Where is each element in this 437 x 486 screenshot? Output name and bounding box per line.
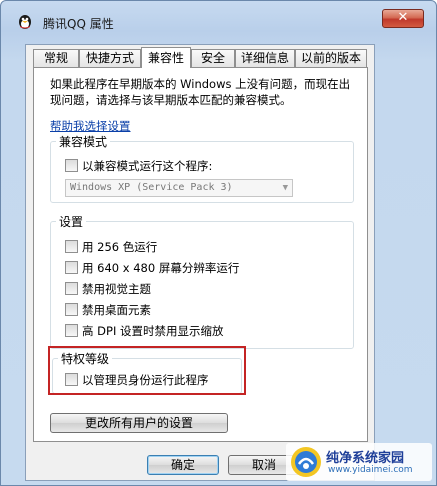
compat-mode-title: 兼容模式	[56, 133, 111, 150]
tab-strip: 常规 快捷方式 兼容性 安全 详细信息 以前的版本	[33, 47, 373, 68]
tab-general[interactable]: 常规	[33, 49, 79, 67]
compat-mode-checkbox[interactable]: 以兼容模式运行这个程序:	[65, 158, 212, 174]
compatibility-panel: 如果此程序在早期版本的 Windows 上没有问题，而现在出 现问题，请选择与该…	[33, 67, 368, 442]
intro-line-2: 现问题，请选择与该早期版本匹配的兼容模式。	[50, 93, 292, 107]
checkbox-icon[interactable]	[65, 261, 78, 274]
window-title: 腾讯QQ 属性	[43, 17, 114, 31]
properties-window: 腾讯QQ 属性 ✕ 常规 快捷方式 兼容性 安全 详细信息 以前的版本 如果此程…	[0, 0, 437, 486]
title-bar[interactable]: 腾讯QQ 属性 ✕	[1, 1, 436, 37]
checkbox-icon[interactable]	[65, 324, 78, 337]
watermark-url: www.yidaimei.com	[328, 465, 413, 475]
option-label: 高 DPI 设置时禁用显示缩放	[82, 324, 224, 338]
settings-group: 设置 用 256 色运行 用 640 x 480 屏幕分辨率运行 禁用视觉主题 …	[50, 213, 354, 349]
os-version-value: Windows XP (Service Pack 3)	[70, 182, 233, 193]
intro-line-1: 如果此程序在早期版本的 Windows 上没有问题，而现在出	[50, 77, 351, 91]
watermark-logo-icon	[291, 447, 321, 477]
option-label: 用 256 色运行	[82, 240, 158, 254]
option-disable-visual-themes[interactable]: 禁用视觉主题	[65, 281, 151, 297]
site-watermark: 纯净系统家园 www.yidaimei.com	[286, 443, 432, 481]
option-label: 用 640 x 480 屏幕分辨率运行	[82, 261, 240, 275]
tab-compatibility[interactable]: 兼容性	[141, 47, 191, 68]
checkbox-icon[interactable]	[65, 282, 78, 295]
close-button[interactable]: ✕	[382, 9, 424, 28]
ok-button[interactable]: 确定	[147, 455, 219, 475]
compat-mode-label: 以兼容模式运行这个程序:	[82, 159, 213, 173]
tab-shortcut[interactable]: 快捷方式	[79, 49, 141, 67]
watermark-title: 纯净系统家园	[326, 451, 405, 466]
chevron-down-icon: ▼	[282, 183, 288, 193]
option-disable-dpi-scaling[interactable]: 高 DPI 设置时禁用显示缩放	[65, 323, 224, 339]
compat-mode-group: 兼容模式 以兼容模式运行这个程序: Windows XP (Service Pa…	[50, 133, 354, 203]
change-all-users-button[interactable]: 更改所有用户的设置	[50, 413, 228, 433]
dialog-body: 常规 快捷方式 兼容性 安全 详细信息 以前的版本 如果此程序在早期版本的 Wi…	[25, 44, 375, 481]
option-label: 禁用视觉主题	[82, 282, 151, 296]
qq-penguin-icon	[19, 15, 31, 29]
help-me-choose-link[interactable]: 帮助我选择设置	[50, 118, 131, 134]
option-256-colors[interactable]: 用 256 色运行	[65, 239, 157, 255]
option-640x480[interactable]: 用 640 x 480 屏幕分辨率运行	[65, 260, 239, 276]
tab-details[interactable]: 详细信息	[235, 49, 295, 67]
tab-security[interactable]: 安全	[191, 49, 235, 67]
os-version-select[interactable]: Windows XP (Service Pack 3) ▼	[65, 179, 293, 197]
option-disable-desktop-composition[interactable]: 禁用桌面元素	[65, 302, 151, 318]
tab-previous-versions[interactable]: 以前的版本	[295, 49, 367, 67]
option-label: 禁用桌面元素	[82, 303, 151, 317]
checkbox-icon[interactable]	[65, 159, 78, 172]
settings-title: 设置	[56, 213, 87, 230]
checkbox-icon[interactable]	[65, 240, 78, 253]
intro-text: 如果此程序在早期版本的 Windows 上没有问题，而现在出 现问题，请选择与该…	[50, 76, 362, 108]
highlight-annotation	[48, 346, 246, 395]
checkbox-icon[interactable]	[65, 303, 78, 316]
